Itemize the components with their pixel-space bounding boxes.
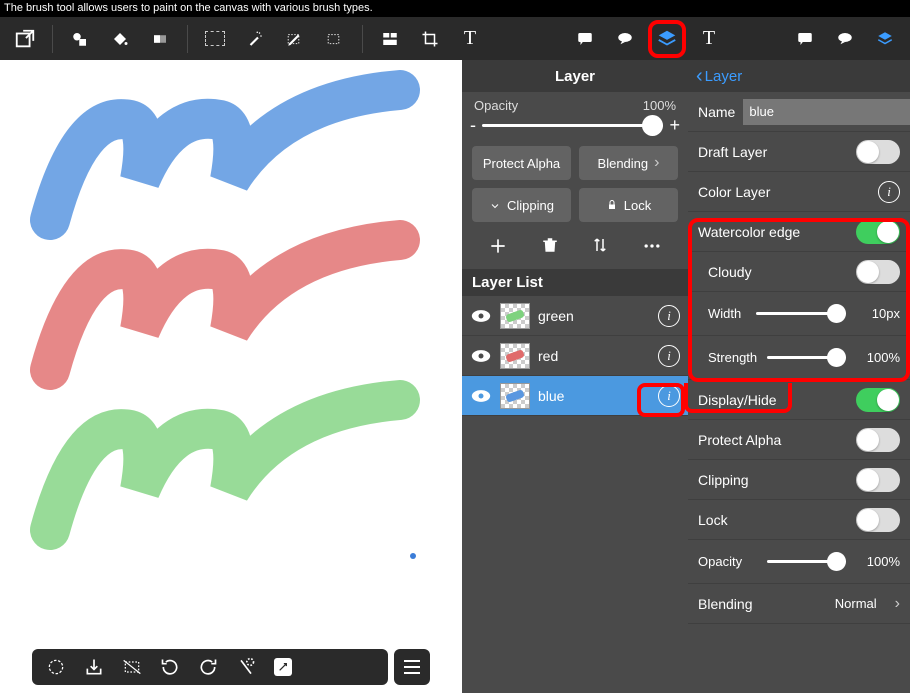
watercolor-edge-switch[interactable] bbox=[856, 220, 900, 244]
wand-icon[interactable] bbox=[238, 22, 272, 56]
layer-thumbnail bbox=[500, 383, 530, 409]
display-hide-switch[interactable] bbox=[856, 388, 900, 412]
info-icon[interactable]: i bbox=[658, 345, 680, 367]
tooltip-bar: The brush tool allows users to paint on … bbox=[0, 0, 910, 17]
protect-alpha-switch[interactable] bbox=[856, 428, 900, 452]
opacity-slider[interactable] bbox=[482, 124, 663, 127]
opacity-slider[interactable] bbox=[767, 560, 846, 563]
separator bbox=[52, 25, 53, 53]
canvas[interactable] bbox=[0, 60, 462, 693]
chat-icon-2[interactable] bbox=[828, 22, 862, 56]
eraser-select-icon[interactable] bbox=[318, 22, 352, 56]
protect-alpha-label: Protect Alpha bbox=[698, 432, 848, 448]
info-icon[interactable]: i bbox=[658, 385, 680, 407]
visibility-icon[interactable] bbox=[470, 389, 492, 403]
opacity-minus[interactable]: - bbox=[470, 115, 476, 136]
separator bbox=[362, 25, 363, 53]
text-icon-2[interactable]: T bbox=[692, 22, 726, 56]
opacity-plus[interactable]: + bbox=[669, 115, 680, 136]
pencil-select-icon[interactable] bbox=[278, 22, 312, 56]
strength-value: 100% bbox=[860, 350, 900, 365]
text-icon[interactable]: T bbox=[453, 22, 487, 56]
cloudy-label: Cloudy bbox=[698, 264, 848, 280]
clipping-button[interactable]: Clipping bbox=[472, 188, 571, 222]
layer-name: red bbox=[538, 348, 650, 364]
add-layer-icon[interactable] bbox=[488, 236, 508, 259]
width-value: 10px bbox=[860, 306, 900, 321]
draft-layer-switch[interactable] bbox=[856, 140, 900, 164]
top-toolbar: T T bbox=[0, 17, 910, 60]
layer-name: blue bbox=[538, 388, 650, 404]
shapes-icon[interactable] bbox=[63, 22, 97, 56]
lock-switch[interactable] bbox=[856, 508, 900, 532]
opacity-value: 100% bbox=[860, 554, 900, 569]
panels-icon[interactable] bbox=[373, 22, 407, 56]
comment-icon[interactable] bbox=[568, 22, 602, 56]
info-icon[interactable]: i bbox=[658, 305, 680, 327]
more-icon[interactable] bbox=[642, 236, 662, 259]
protect-alpha-button[interactable]: Protect Alpha bbox=[472, 146, 571, 180]
clipping-label: Clipping bbox=[698, 472, 848, 488]
flip-icon[interactable] bbox=[236, 657, 256, 677]
opacity-label: Opacity bbox=[698, 554, 753, 569]
layer-thumbnail bbox=[500, 303, 530, 329]
fullscreen-icon[interactable] bbox=[274, 658, 292, 676]
red-stroke bbox=[20, 220, 440, 400]
chevron-right-icon[interactable]: › bbox=[895, 595, 900, 613]
chat-icon[interactable] bbox=[608, 22, 642, 56]
layer-name: green bbox=[538, 308, 650, 324]
strength-label: Strength bbox=[698, 350, 753, 365]
layer-detail-panel: ‹Layer Name Draft Layer Color Layer i Wa… bbox=[688, 60, 910, 693]
layer-row-green[interactable]: green i bbox=[462, 296, 688, 336]
clipping-switch[interactable] bbox=[856, 468, 900, 492]
display-hide-label: Display/Hide bbox=[698, 392, 848, 408]
opacity-label: Opacity bbox=[474, 98, 518, 113]
layers-icon-2[interactable] bbox=[868, 22, 902, 56]
color-layer-label: Color Layer bbox=[698, 184, 870, 200]
strength-slider[interactable] bbox=[767, 356, 846, 359]
rotate-left-icon[interactable] bbox=[160, 657, 180, 677]
layer-list-header: Layer List bbox=[462, 269, 688, 296]
name-label: Name bbox=[698, 104, 735, 120]
import-icon[interactable] bbox=[84, 657, 104, 677]
comment-icon-2[interactable] bbox=[788, 22, 822, 56]
lock-button[interactable]: Lock bbox=[579, 188, 678, 222]
draft-layer-label: Draft Layer bbox=[698, 144, 848, 160]
reorder-icon[interactable] bbox=[591, 236, 609, 259]
lasso-icon[interactable] bbox=[46, 657, 66, 677]
layer-row-red[interactable]: red i bbox=[462, 336, 688, 376]
opacity-value: 100% bbox=[643, 98, 676, 113]
layer-panel: Layer Opacity 100% - + Protect Alpha Ble… bbox=[462, 60, 688, 693]
layer-name-input[interactable] bbox=[743, 99, 910, 125]
menu-icon[interactable] bbox=[394, 649, 430, 685]
watercolor-edge-label: Watercolor edge bbox=[698, 224, 848, 240]
crop-icon[interactable] bbox=[413, 22, 447, 56]
layer-row-blue[interactable]: blue i bbox=[462, 376, 688, 416]
blending-value: Normal bbox=[835, 596, 877, 611]
blending-label: Blending bbox=[698, 596, 827, 612]
layer-panel-title: Layer bbox=[462, 60, 688, 92]
green-stroke bbox=[20, 380, 440, 560]
gradient-icon[interactable] bbox=[143, 22, 177, 56]
blending-button[interactable]: Blending› bbox=[579, 146, 678, 180]
transform-icon[interactable] bbox=[122, 657, 142, 677]
canvas-dot bbox=[410, 553, 416, 559]
width-slider[interactable] bbox=[756, 312, 846, 315]
info-icon[interactable]: i bbox=[878, 181, 900, 203]
width-label: Width bbox=[698, 306, 742, 321]
layers-button-highlighted[interactable] bbox=[648, 20, 686, 58]
bottom-toolbar bbox=[32, 649, 388, 685]
delete-layer-icon[interactable] bbox=[541, 236, 559, 259]
select-rect-icon[interactable] bbox=[198, 22, 232, 56]
visibility-icon[interactable] bbox=[470, 309, 492, 323]
export-icon[interactable] bbox=[8, 22, 42, 56]
lock-label: Lock bbox=[698, 512, 848, 528]
cloudy-switch[interactable] bbox=[856, 260, 900, 284]
separator bbox=[187, 25, 188, 53]
bucket-icon[interactable] bbox=[103, 22, 137, 56]
back-button[interactable]: ‹Layer bbox=[688, 60, 910, 92]
rotate-right-icon[interactable] bbox=[198, 657, 218, 677]
visibility-icon[interactable] bbox=[470, 349, 492, 363]
layer-thumbnail bbox=[500, 343, 530, 369]
